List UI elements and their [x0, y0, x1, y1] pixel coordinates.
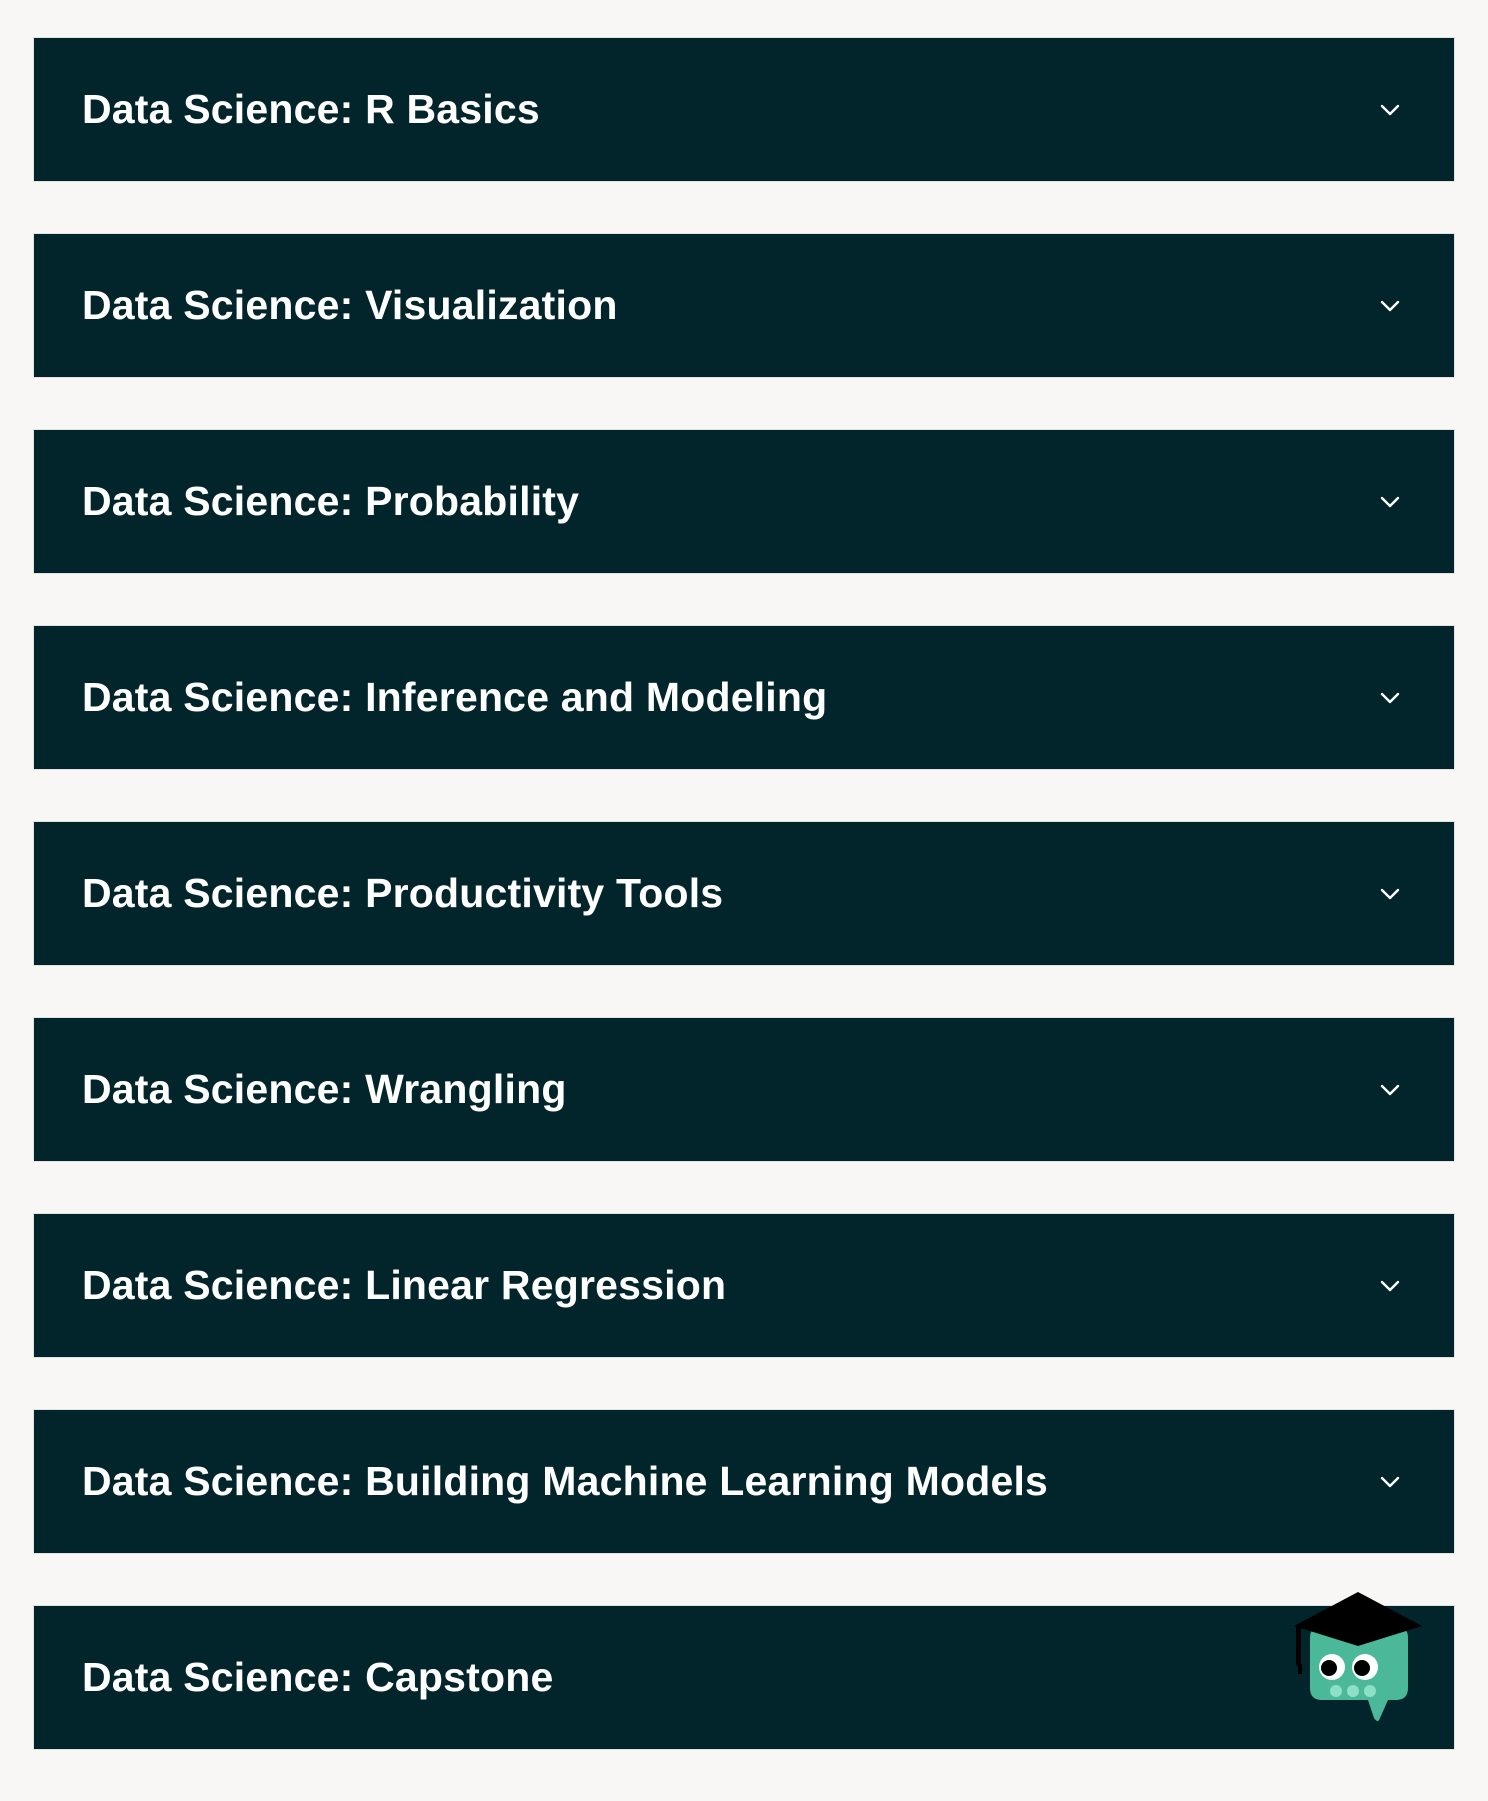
course-inference-and-modeling[interactable]: Data Science: Inference and Modeling — [33, 625, 1455, 770]
chevron-down-icon[interactable] — [1378, 1470, 1402, 1494]
chevron-down-icon[interactable] — [1378, 882, 1402, 906]
course-productivity-tools[interactable]: Data Science: Productivity Tools — [33, 821, 1455, 966]
course-r-basics[interactable]: Data Science: R Basics — [33, 37, 1455, 182]
course-capstone[interactable]: Data Science: Capstone — [33, 1605, 1455, 1750]
course-title: Data Science: R Basics — [82, 86, 540, 132]
chevron-down-icon[interactable] — [1378, 490, 1402, 514]
course-visualization[interactable]: Data Science: Visualization — [33, 233, 1455, 378]
chevron-down-icon[interactable] — [1378, 98, 1402, 122]
chevron-down-icon[interactable] — [1378, 294, 1402, 318]
course-probability[interactable]: Data Science: Probability — [33, 429, 1455, 574]
course-title: Data Science: Capstone — [82, 1654, 554, 1700]
course-title: Data Science: Probability — [82, 478, 580, 524]
course-title: Data Science: Productivity Tools — [82, 870, 724, 916]
course-title: Data Science: Wrangling — [82, 1066, 567, 1112]
chevron-down-icon[interactable] — [1378, 1078, 1402, 1102]
course-linear-regression[interactable]: Data Science: Linear Regression — [33, 1213, 1455, 1358]
course-building-machine-learning-models[interactable]: Data Science: Building Machine Learning … — [33, 1409, 1455, 1554]
chat-mascot-icon[interactable] — [1288, 1590, 1428, 1740]
course-wrangling[interactable]: Data Science: Wrangling — [33, 1017, 1455, 1162]
course-title: Data Science: Building Machine Learning … — [82, 1458, 1049, 1504]
course-accordion: Data Science: R Basics Data Science: Vis… — [33, 37, 1455, 1801]
course-title: Data Science: Visualization — [82, 282, 618, 328]
chevron-down-icon[interactable] — [1378, 686, 1402, 710]
course-title: Data Science: Inference and Modeling — [82, 674, 828, 720]
course-title: Data Science: Linear Regression — [82, 1262, 727, 1308]
chevron-down-icon[interactable] — [1378, 1274, 1402, 1298]
